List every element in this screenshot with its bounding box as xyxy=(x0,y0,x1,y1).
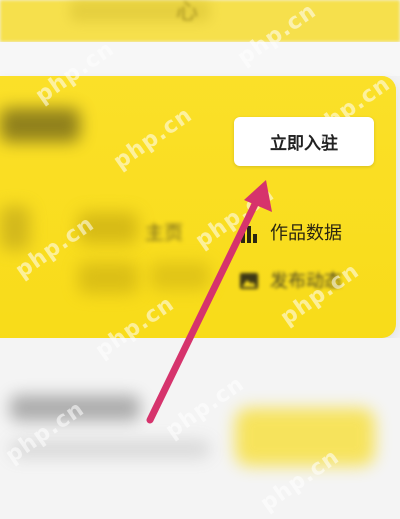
row2-label-blur xyxy=(150,262,210,290)
card-edge-blur xyxy=(0,206,30,250)
bottom-subtitle-blur xyxy=(10,440,210,458)
bottom-title-blur xyxy=(10,395,140,421)
menu-item-works-data-label: 作品数据 xyxy=(270,223,342,244)
header-title-char: 心 xyxy=(176,0,199,25)
image-icon xyxy=(238,269,260,291)
home-label: 主页 xyxy=(145,222,184,244)
bottom-yellow-button-blur xyxy=(235,408,375,466)
menu-item-works-data[interactable]: 作品数据 xyxy=(238,219,342,245)
card-title-blur xyxy=(0,108,80,142)
row2-icon-blur xyxy=(78,262,138,294)
divider-strip xyxy=(0,42,400,76)
home-icon-blur xyxy=(78,212,138,244)
bar-chart-icon xyxy=(238,221,260,243)
menu-item-post-update[interactable]: 发布动态 xyxy=(238,267,342,293)
menu-item-post-update-label: 发布动态 xyxy=(270,271,342,292)
join-now-button[interactable]: 立即入驻 xyxy=(234,117,374,166)
